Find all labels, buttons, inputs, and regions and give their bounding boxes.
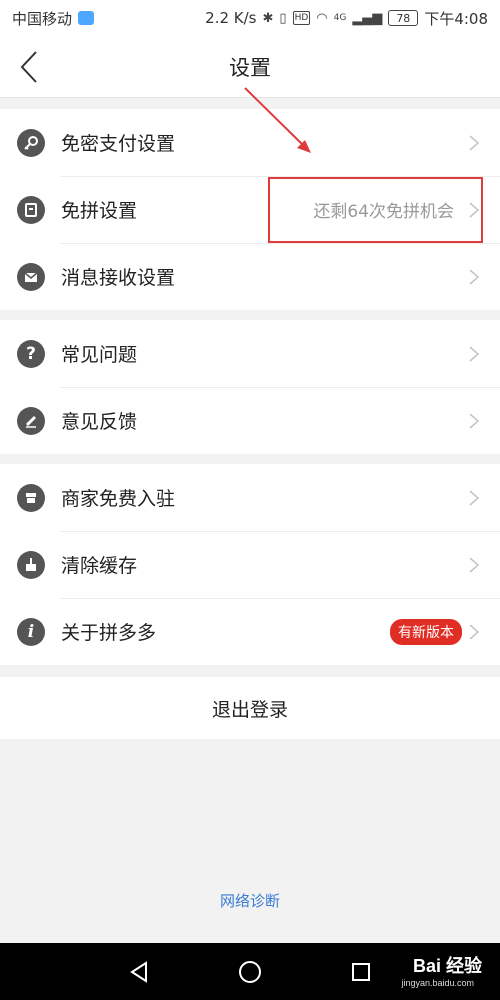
row-label: 意见反馈: [61, 411, 138, 433]
chevron-right-icon: [469, 345, 480, 362]
settings-group-help: ? 常见问题 意见反馈: [0, 320, 500, 454]
chevron-left-icon: [20, 51, 37, 83]
question-icon: ?: [17, 339, 45, 368]
row-label: 清除缓存: [61, 555, 138, 577]
square-recents-icon: [352, 963, 370, 981]
bluetooth-icon: ✱: [262, 10, 274, 26]
pencil-icon: [17, 406, 45, 435]
row-label: 常见问题: [61, 344, 138, 366]
broom-icon: [17, 550, 45, 579]
logout-button[interactable]: 退出登录: [0, 677, 500, 739]
row-label: 免密支付设置: [61, 133, 176, 155]
row-label: 消息接收设置: [61, 267, 176, 289]
envelope-icon: [17, 262, 45, 291]
message-notification-icon: [78, 11, 95, 25]
shop-icon: [17, 483, 45, 512]
network-type: 4G: [333, 13, 347, 23]
chevron-right-icon: [469, 556, 480, 573]
row-merchant-join[interactable]: 商家免费入驻: [0, 464, 500, 531]
triangle-back-icon: [130, 961, 147, 983]
new-version-badge: 有新版本: [390, 618, 462, 645]
network-diagnosis-link[interactable]: 网络诊断: [0, 890, 500, 911]
info-icon: i: [17, 617, 45, 646]
network-speed: 2.2 K/s: [205, 9, 257, 27]
chevron-right-icon: [469, 134, 480, 151]
watermark-url: jingyan.baidu.com: [401, 978, 474, 988]
row-label: 商家免费入驻: [61, 488, 176, 510]
carrier-label: 中国移动: [12, 9, 73, 28]
row-clear-cache[interactable]: 清除缓存: [0, 531, 500, 598]
row-faq[interactable]: ? 常见问题: [0, 320, 500, 387]
hd-icon: HD: [292, 11, 311, 25]
clock: 下午4:08: [424, 9, 488, 28]
signal-icon: ▂▄▆: [352, 10, 383, 26]
row-about[interactable]: i 关于拼多多 有新版本: [0, 598, 500, 665]
row-group-buy-free-settings[interactable]: 免拼设置 还剩64次免拼机会: [0, 176, 500, 243]
row-password-free-payment[interactable]: 免密支付设置: [0, 109, 500, 176]
system-back-button[interactable]: [124, 957, 154, 987]
watermark-logo: Bai 经验: [412, 956, 482, 976]
wifi-icon: ◠: [316, 10, 328, 26]
chevron-right-icon: [469, 412, 480, 429]
row-feedback[interactable]: 意见反馈: [0, 387, 500, 454]
settings-group-other: 商家免费入驻 清除缓存 i 关于拼多多 有新版本: [0, 464, 500, 665]
system-home-button[interactable]: [235, 957, 265, 987]
chevron-right-icon: [469, 489, 480, 506]
row-label: 免拼设置: [61, 200, 138, 222]
system-recents-button[interactable]: [346, 957, 376, 987]
back-button[interactable]: [6, 44, 52, 90]
page-title: 设置: [229, 56, 271, 80]
coupon-icon: [17, 195, 45, 224]
settings-group-account: 免密支付设置 免拼设置 还剩64次免拼机会 消息接收设置: [0, 109, 500, 310]
battery-icon: 78: [388, 10, 419, 26]
chevron-right-icon: [469, 623, 480, 640]
chevron-right-icon: [469, 268, 480, 285]
chevron-right-icon: [469, 201, 480, 218]
circle-home-icon: [239, 961, 261, 983]
row-message-settings[interactable]: 消息接收设置: [0, 243, 500, 310]
row-label: 关于拼多多: [61, 622, 157, 644]
free-chances-remaining: 还剩64次免拼机会: [313, 202, 454, 222]
key-icon: [17, 128, 45, 157]
nav-bar: 设置: [0, 36, 500, 98]
status-bar: 中国移动 2.2 K/s ✱ ▯ HD ◠ 4G ▂▄▆ 78 下午4:08: [0, 0, 500, 36]
vibrate-icon: ▯: [279, 10, 287, 26]
